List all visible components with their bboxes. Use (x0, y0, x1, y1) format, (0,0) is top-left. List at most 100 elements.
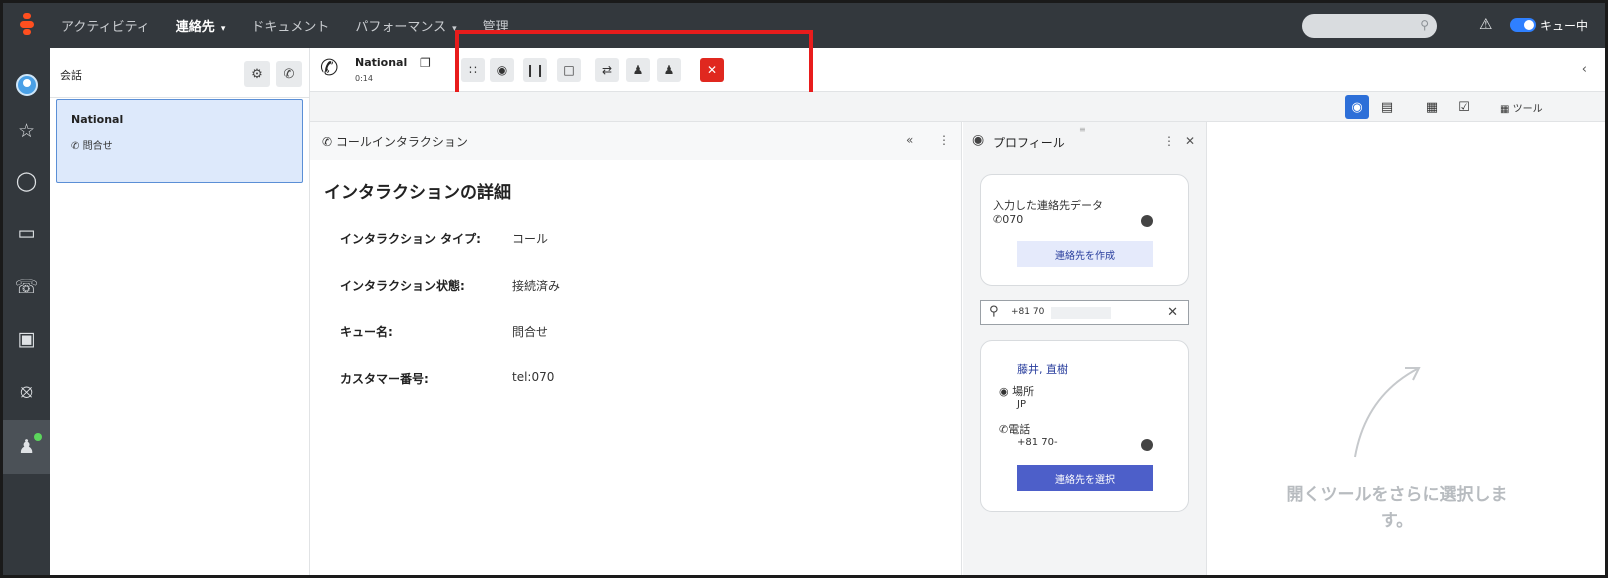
conversation-card[interactable]: National ✆ 問合せ (56, 99, 303, 183)
detail-label: インタラクション状態: (340, 279, 465, 293)
profile-icon: ◉ (1351, 99, 1363, 115)
phone-label-text: 電話 (1008, 423, 1031, 436)
matched-contact-name[interactable]: 藤井, 直樹 (1017, 361, 1068, 377)
phone-icon: ✆ (283, 66, 295, 82)
queue-status-label: キュー中 (1540, 19, 1589, 33)
tool-wrapup[interactable]: ☑ (1452, 95, 1476, 119)
entered-contact-card: 入力した連絡先データ ✆070 連絡先を作成 (980, 174, 1189, 286)
clear-search-icon[interactable]: ✕ (1167, 305, 1178, 320)
phone-icon[interactable]: ☏ (3, 260, 50, 314)
global-search-input[interactable]: ⚲ (1302, 14, 1437, 38)
matched-contact-card: 藤井, 直樹 ◉ 場所 JP ✆電話 +81 70- 連絡先を選択 (980, 340, 1189, 512)
phone-icon: ✆ (999, 423, 1009, 436)
more-options-icon[interactable]: ⋮ (1163, 134, 1175, 148)
tool-notes[interactable]: ▤ (1375, 95, 1399, 119)
profile-panel: ≡ ◉ プロフィール ⋮ ✕ 入力した連絡先データ ✆070 連絡先を作成 ⚲ … (963, 122, 1207, 575)
profile-icon: ◉ (972, 132, 985, 148)
profile-panel-header: ≡ ◉ プロフィール ⋮ ✕ (963, 122, 1206, 160)
chevron-left-icon[interactable]: ‹ (1582, 62, 1587, 77)
location-value: JP (1017, 399, 1026, 410)
entered-contact-phone-value: 070 (1002, 213, 1024, 226)
arrow-icon (1354, 367, 1421, 458)
profile-panel-title: プロフィール (993, 136, 1065, 150)
empty-tools-hint: 開くツールをさらに選択します。 (1286, 485, 1508, 531)
phone-icon: ✆ (320, 56, 339, 81)
detail-value: コール (512, 232, 549, 246)
nav-item-0[interactable]: アクティビティ (61, 16, 150, 35)
chat-icon[interactable]: ◯ (3, 154, 50, 208)
detail-value: 接続済み (512, 279, 561, 293)
search-icon: ⚲ (989, 304, 999, 319)
star-icon[interactable] (1141, 215, 1153, 227)
chevron-down-icon: ▾ (220, 24, 226, 34)
phone-icon: ✆ (322, 135, 333, 149)
conversation-list-title: 会話 (60, 69, 82, 82)
detail-value: 問合せ (512, 325, 549, 339)
detail-label: インタラクション タイプ: (340, 232, 481, 246)
avatar (15, 74, 38, 96)
copy-icon[interactable]: ❐ (420, 56, 431, 70)
star-icon[interactable] (1141, 439, 1153, 451)
conversation-list-header: 会話 ⚙ ✆ (50, 48, 309, 98)
new-call-button[interactable]: ✆ (276, 61, 302, 87)
tool-profile[interactable]: ◉ (1345, 95, 1369, 119)
phone-value: +81 70- (1017, 437, 1058, 448)
video-icon[interactable]: ▭ (3, 206, 50, 260)
entered-contact-phone: ✆070 (993, 213, 1023, 226)
collapse-panel-icon[interactable]: « (906, 133, 913, 147)
tool-placeholder-panel: 開くツールをさらに選択します。 (1207, 122, 1605, 575)
pin-icon: ◉ (999, 385, 1009, 398)
phone-label: ✆電話 (999, 421, 1030, 437)
inbox-icon[interactable]: ▣ (3, 312, 50, 366)
app-window: アクティビティ 連絡先 ▾ ドキュメント パフォーマンス ▾ 管理 ⚲ ⚠ キュー中 ☆ ◯… (0, 0, 1608, 578)
entered-contact-title: 入力した連絡先データ (993, 199, 1103, 212)
select-contact-button[interactable]: 連絡先を選択 (1017, 465, 1153, 491)
contact-search-input[interactable]: ⚲ +81 70 ✕ (980, 300, 1189, 325)
contact-center-icon[interactable]: ♟ (3, 420, 50, 474)
call-party-name: National (355, 56, 408, 69)
redacted-text (1051, 307, 1111, 319)
app-logo[interactable] (19, 13, 35, 37)
side-rail: ☆ ◯ ▭ ☏ ▣ ⦻ ♟ (3, 48, 50, 575)
nav-item-3[interactable]: パフォーマンス ▾ (355, 16, 456, 35)
interaction-panel: ✆ コールインタラクション « ⋮ インタラクションの詳細 インタラクション タ… (310, 122, 962, 575)
contact-search-value: +81 70 (1011, 307, 1045, 317)
tools-menu[interactable]: ▦ ツール (1500, 100, 1543, 115)
nav-item-label: アクティビティ (61, 20, 150, 35)
detail-label: キュー名: (340, 325, 393, 339)
conversation-subtitle: ✆ 問合せ (71, 137, 113, 152)
phone-icon: ✆ (71, 141, 80, 152)
nav-item-label: 連絡先 (175, 20, 215, 35)
search-icon: ⚲ (1420, 18, 1429, 32)
interaction-panel-title: ✆ コールインタラクション (322, 133, 468, 150)
online-indicator (34, 433, 42, 441)
help-icon[interactable]: ⦻ (3, 364, 50, 418)
tools-label: ツール (1512, 104, 1543, 115)
detail-value: tel:070 (512, 370, 555, 384)
tool-schedule[interactable]: ▦ (1420, 95, 1444, 119)
location-label: ◉ 場所 (999, 383, 1034, 399)
interaction-panel-title-text: コールインタラクション (335, 135, 468, 149)
drag-handle-icon[interactable]: ≡ (1079, 125, 1086, 134)
queue-status-toggle[interactable] (1510, 18, 1536, 32)
conversation-queue: 問合せ (82, 141, 113, 152)
nav-item-label: ドキュメント (251, 20, 330, 35)
interaction-details-heading: インタラクションの詳細 (324, 183, 511, 203)
nav-item-2[interactable]: ドキュメント (251, 16, 329, 35)
top-nav: アクティビティ 連絡先 ▾ ドキュメント パフォーマンス ▾ 管理 (61, 3, 509, 48)
gear-icon: ⚙ (251, 66, 263, 82)
nav-item-1[interactable]: 連絡先 ▾ (176, 16, 226, 35)
close-icon[interactable]: ✕ (1185, 134, 1195, 148)
tool-bar: ◉ ▤ ▦ ☑ ▦ ツール (310, 92, 1605, 122)
detail-label: カスタマー番号: (340, 372, 429, 386)
create-contact-button[interactable]: 連絡先を作成 (1017, 241, 1153, 267)
bell-icon[interactable]: ⚠ (1479, 15, 1492, 33)
star-icon[interactable]: ☆ (3, 104, 50, 158)
calendar-icon: ▦ (1425, 99, 1439, 115)
nav-item-label: パフォーマンス (355, 20, 447, 35)
call-duration: 0:14 (355, 74, 373, 83)
settings-button[interactable]: ⚙ (244, 61, 270, 87)
location-label-text: 場所 (1012, 385, 1035, 398)
phone-icon: ✆ (993, 213, 1003, 226)
more-options-icon[interactable]: ⋮ (938, 133, 950, 147)
